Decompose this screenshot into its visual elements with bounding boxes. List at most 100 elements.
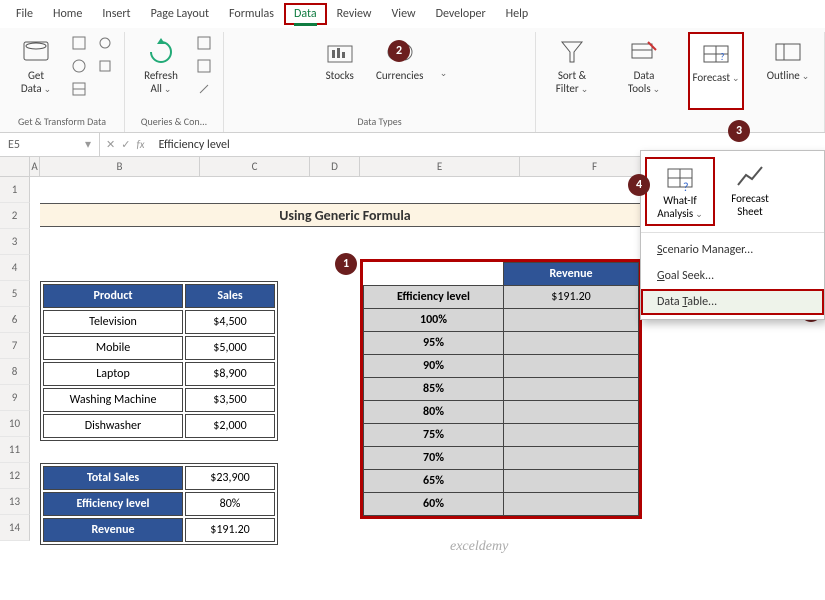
- properties-icon[interactable]: [193, 55, 215, 77]
- table-row[interactable]: Efficiency level80%: [43, 492, 275, 516]
- what-if-analysis-button[interactable]: ? What-If Analysis: [645, 157, 715, 226]
- menu-file[interactable]: File: [6, 3, 43, 25]
- recent-sources-icon[interactable]: [94, 32, 116, 54]
- cell-pct[interactable]: 95%: [364, 332, 504, 355]
- col-C[interactable]: C: [200, 157, 310, 176]
- group-label: Data Types: [357, 113, 401, 132]
- row-12[interactable]: 12: [0, 463, 30, 489]
- row-5[interactable]: 5: [0, 281, 30, 307]
- forecast-button[interactable]: ? Forecast: [688, 32, 744, 110]
- th-product: Product: [43, 284, 183, 308]
- forecast-sheet-icon: [734, 161, 766, 193]
- menu-formulas[interactable]: Formulas: [219, 3, 284, 25]
- queries-icon[interactable]: [193, 32, 215, 54]
- table-row[interactable]: Mobile$5,000: [43, 336, 275, 360]
- col-D[interactable]: D: [310, 157, 360, 176]
- existing-conn-icon[interactable]: [94, 55, 116, 77]
- step-badge-3: 3: [728, 120, 750, 142]
- group-queries: Refresh All Queries & Con...: [125, 32, 224, 132]
- row-6[interactable]: 6: [0, 307, 30, 333]
- cell-pct[interactable]: 65%: [364, 470, 504, 493]
- step-badge-4: 4: [628, 174, 650, 196]
- row-4[interactable]: 4: [0, 255, 30, 281]
- col-A[interactable]: A: [30, 157, 40, 176]
- col-E[interactable]: E: [360, 157, 520, 176]
- outline-button[interactable]: Outline: [760, 32, 816, 110]
- table-row[interactable]: Laptop$8,900: [43, 362, 275, 386]
- refresh-all-button[interactable]: Refresh All: [133, 32, 189, 110]
- cell-pct[interactable]: 100%: [364, 309, 504, 332]
- menu-data[interactable]: Data: [284, 3, 327, 25]
- table-row[interactable]: Dishwasher$2,000: [43, 414, 275, 438]
- get-data-icon: [20, 36, 52, 68]
- select-all-corner[interactable]: [0, 157, 30, 176]
- refresh-icon: [145, 36, 177, 68]
- menu-page-layout[interactable]: Page Layout: [141, 3, 219, 25]
- menu-help[interactable]: Help: [496, 3, 539, 25]
- funnel-icon: [556, 36, 588, 68]
- fx-icon[interactable]: fx: [136, 138, 144, 151]
- forecast-sheet-button[interactable]: Forecast Sheet: [715, 157, 785, 226]
- th-efficiency: Efficiency level: [364, 286, 504, 309]
- row-7[interactable]: 7: [0, 333, 30, 359]
- step-badge-2: 2: [388, 40, 410, 62]
- col-B[interactable]: B: [40, 157, 200, 176]
- summary-table: Total Sales$23,900 Efficiency level80% R…: [40, 463, 278, 545]
- enter-icon[interactable]: ✓: [121, 138, 130, 151]
- th-sales: Sales: [185, 284, 275, 308]
- row-13[interactable]: 13: [0, 489, 30, 515]
- product-table: ProductSales Television$4,500 Mobile$5,0…: [40, 281, 278, 441]
- menu-insert[interactable]: Insert: [92, 3, 140, 25]
- table-row[interactable]: Revenue$191.20: [43, 518, 275, 542]
- get-data-button[interactable]: Get Data: [8, 32, 64, 110]
- menu-home[interactable]: Home: [43, 3, 92, 25]
- menu-view[interactable]: View: [382, 3, 426, 25]
- group-sort: Sort & Filter: [536, 32, 608, 132]
- data-types-more[interactable]: [438, 66, 448, 80]
- group-label: Queries & Con...: [141, 113, 207, 132]
- stocks-button[interactable]: Stocks: [312, 32, 368, 110]
- svg-text:?: ?: [720, 50, 725, 63]
- cell-pct[interactable]: 80%: [364, 401, 504, 424]
- title-banner: Using Generic Formula: [40, 203, 650, 227]
- table-row[interactable]: Washing Machine$3,500: [43, 388, 275, 412]
- cell-revenue[interactable]: $191.20: [504, 286, 639, 309]
- from-table-icon[interactable]: [68, 78, 90, 100]
- table-row[interactable]: Television$4,500: [43, 310, 275, 334]
- efficiency-selection[interactable]: Revenue Efficiency level$191.20 100% 95%…: [360, 259, 642, 519]
- row-8[interactable]: 8: [0, 359, 30, 385]
- cell-pct[interactable]: 85%: [364, 378, 504, 401]
- row-3[interactable]: 3: [0, 229, 30, 255]
- watermark: exceldemy: [450, 539, 508, 555]
- cell-pct[interactable]: 90%: [364, 355, 504, 378]
- from-web-icon[interactable]: [68, 55, 90, 77]
- scenario-manager-item[interactable]: Scenario Manager...: [641, 237, 824, 263]
- row-2[interactable]: 2: [0, 203, 30, 229]
- stocks-icon: [324, 36, 356, 68]
- cancel-icon[interactable]: ✕: [106, 138, 115, 151]
- edit-links-icon[interactable]: [193, 78, 215, 100]
- menu-developer[interactable]: Developer: [426, 3, 496, 25]
- row-14[interactable]: 14: [0, 515, 30, 541]
- row-11[interactable]: 11: [0, 437, 30, 463]
- group-outline: Outline: [752, 32, 825, 132]
- row-10[interactable]: 10: [0, 411, 30, 437]
- forecast-icon: ?: [700, 38, 732, 70]
- cell-pct[interactable]: 70%: [364, 447, 504, 470]
- cell-pct[interactable]: 60%: [364, 493, 504, 516]
- row-1[interactable]: 1: [0, 177, 30, 203]
- group-label: Get & Transform Data: [18, 113, 106, 132]
- cell-pct[interactable]: 75%: [364, 424, 504, 447]
- data-tools-button[interactable]: Data Tools: [616, 32, 672, 110]
- name-box[interactable]: E5▾: [0, 133, 100, 156]
- group-data-types: Stocks Currencies Data Types: [224, 32, 536, 132]
- table-row[interactable]: Total Sales$23,900: [43, 466, 275, 490]
- ribbon: Get Data Get & Transform Data Refresh Al…: [0, 28, 825, 133]
- step-badge-1: 1: [335, 253, 357, 275]
- goal-seek-item[interactable]: Goal Seek...: [641, 263, 824, 289]
- sort-filter-button[interactable]: Sort & Filter: [544, 32, 600, 110]
- row-9[interactable]: 9: [0, 385, 30, 411]
- menu-review[interactable]: Review: [327, 3, 382, 25]
- from-text-icon[interactable]: [68, 32, 90, 54]
- data-table-item[interactable]: Data Table...: [641, 289, 824, 315]
